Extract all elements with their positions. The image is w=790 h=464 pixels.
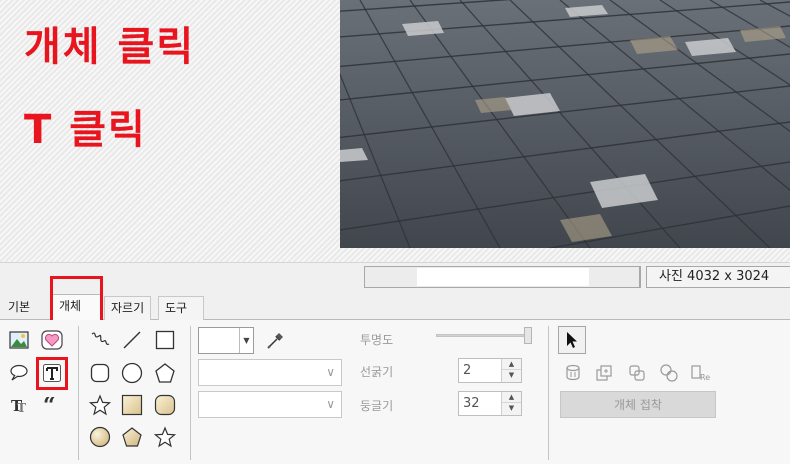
speech-bubble-icon[interactable]	[7, 361, 31, 385]
filled-pentagon-icon[interactable]	[120, 425, 144, 449]
line-width-value[interactable]: 2	[463, 363, 471, 378]
color-picker-dropdown[interactable]: ▼	[198, 327, 254, 354]
image-icon[interactable]	[7, 328, 31, 352]
annotation-step-1: 개체 클릭	[24, 24, 196, 70]
line-width-label: 선굵기	[360, 365, 394, 379]
roundness-spinner[interactable]: 32 ▲ ▼	[458, 391, 522, 416]
line-style-select[interactable]: ∨	[198, 359, 342, 386]
chevron-down-icon[interactable]: ∨	[326, 365, 335, 379]
fill-style-select[interactable]: ∨	[198, 391, 342, 418]
filled-circle-icon[interactable]	[88, 425, 112, 449]
chevron-down-icon[interactable]: ∨	[326, 397, 335, 411]
paving-tiles-image	[340, 0, 790, 248]
canvas-area: 개체 클릭 T 클릭	[0, 0, 790, 262]
freehand-icon[interactable]	[88, 328, 112, 352]
annotation-step-2: T 클릭	[24, 107, 147, 153]
svg-text:“: “	[43, 397, 56, 413]
filled-square-icon[interactable]	[120, 393, 144, 417]
separator-2	[190, 326, 191, 460]
status-bar: 사진 4032 x 3024	[0, 262, 790, 292]
eyedropper-icon[interactable]	[264, 328, 288, 352]
separator-3	[548, 326, 549, 460]
object-icon-1	[561, 361, 585, 385]
pentagon-icon[interactable]	[153, 361, 177, 385]
filled-rounded-square-icon[interactable]	[153, 393, 177, 417]
spinner-down-icon[interactable]: ▼	[502, 370, 521, 381]
roundness-value[interactable]: 32	[463, 396, 480, 411]
tab-crop[interactable]: 자르기	[104, 296, 152, 320]
line-width-spinner[interactable]: 2 ▲ ▼	[458, 358, 522, 383]
separator-1	[78, 326, 79, 460]
circle-icon[interactable]	[120, 361, 144, 385]
quote-icon[interactable]: “	[40, 393, 64, 417]
svg-text:T: T	[17, 401, 26, 414]
spinner-buttons[interactable]: ▲ ▼	[501, 392, 521, 415]
star-outline-icon[interactable]	[88, 393, 112, 417]
text-effect-icon[interactable]: TT	[7, 393, 31, 417]
cursor-icon	[567, 332, 577, 348]
opacity-slider-track[interactable]	[436, 334, 532, 337]
line-icon[interactable]	[120, 328, 144, 352]
opacity-slider-thumb[interactable]	[524, 327, 532, 344]
progress-field-inner	[417, 268, 589, 286]
rounded-rect-icon[interactable]	[88, 361, 112, 385]
spinner-down-icon[interactable]: ▼	[502, 403, 521, 414]
object-reset-icon: Re	[690, 361, 714, 385]
attach-object-button[interactable]: 개체 접착	[560, 391, 716, 418]
star-icon[interactable]	[153, 425, 177, 449]
progress-field	[364, 266, 640, 288]
rectangle-icon[interactable]	[153, 328, 177, 352]
tab-basic[interactable]: 기본	[2, 296, 36, 320]
object-icon-2	[592, 361, 616, 385]
svg-text:Re: Re	[700, 373, 710, 382]
cursor-select-button[interactable]	[558, 326, 586, 354]
object-icon-4	[657, 361, 681, 385]
photo-size-label: 사진 4032 x 3024	[646, 266, 790, 288]
tab-bar: 기본 개체 자르기 도구	[0, 294, 790, 321]
photo-preview[interactable]	[340, 0, 790, 248]
spinner-buttons[interactable]: ▲ ▼	[501, 359, 521, 382]
opacity-label: 투명도	[360, 333, 394, 347]
object-icon-3	[625, 361, 649, 385]
chevron-down-icon[interactable]: ▼	[239, 328, 253, 353]
highlight-object-tab	[50, 276, 103, 324]
highlight-text-button	[36, 357, 68, 390]
heart-sticker-icon[interactable]	[40, 328, 64, 352]
roundness-label: 둥글기	[360, 399, 394, 413]
tab-tool[interactable]: 도구	[158, 296, 204, 320]
